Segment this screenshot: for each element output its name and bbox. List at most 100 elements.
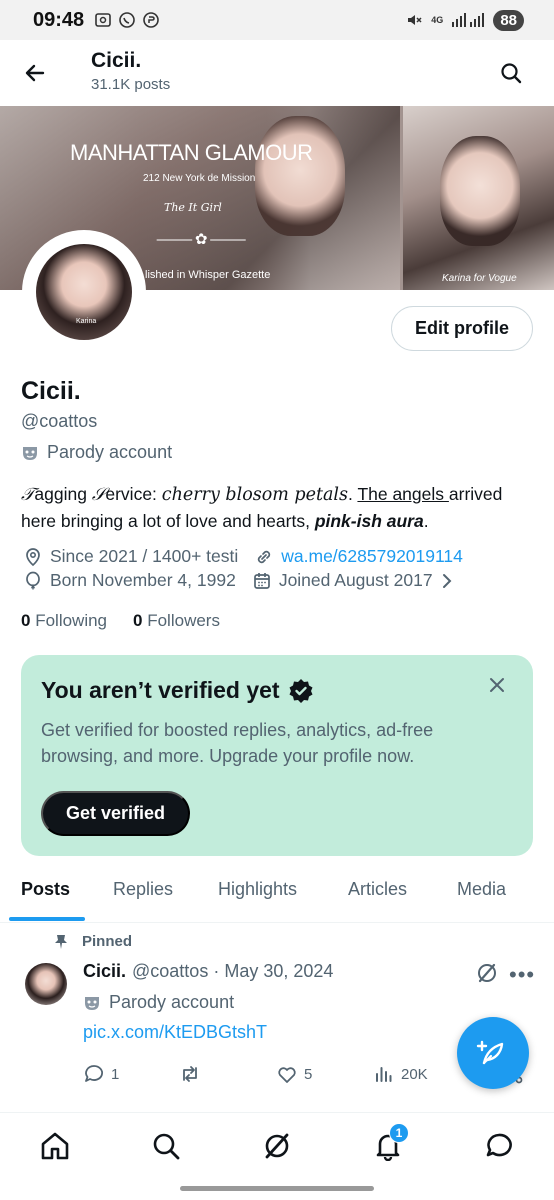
parody-label: Parody account <box>21 442 172 463</box>
banner-title: MANHATTAN GLAMOUR <box>70 140 313 165</box>
bio-part: pink-ish aura <box>314 511 424 531</box>
views-count: 20K <box>401 1065 428 1083</box>
get-verified-button[interactable]: Get verified <box>41 791 190 836</box>
mute-icon <box>408 15 422 25</box>
whatsapp-icon <box>119 12 135 28</box>
post-meta: @coattos · May 30, 2024 <box>132 961 334 981</box>
post-link[interactable]: pic.x.com/KtEDBGtshT <box>83 1022 267 1043</box>
profile-location: Since 2021 / 1400+ testi <box>50 546 239 566</box>
bio-part: 𝒯 <box>21 485 35 505</box>
nav-messages[interactable] <box>482 1129 516 1163</box>
status-bar: 09:48 4G 88 <box>0 0 554 40</box>
compose-feather-icon <box>476 1040 504 1065</box>
grok-icon <box>265 1133 289 1159</box>
profile-avatar[interactable]: Karina <box>22 230 146 354</box>
signal-icon <box>452 13 485 27</box>
compose-post-button[interactable] <box>457 1017 529 1089</box>
nav-search[interactable] <box>149 1129 183 1163</box>
profile-tabs: Posts Replies Highlights Articles Media <box>0 864 554 922</box>
divider <box>0 922 554 923</box>
bio-part: The angels <box>357 484 449 504</box>
repost-button[interactable] <box>179 1063 201 1085</box>
verify-card: You aren’t verified yet Get verified for… <box>21 655 533 856</box>
active-tab-indicator <box>9 917 85 921</box>
post-parody-label: Parody account <box>83 992 234 1013</box>
verified-badge-icon <box>289 678 313 703</box>
home-icon <box>41 1132 69 1160</box>
profile-website-link[interactable]: wa.me/6285792019114 <box>281 546 463 567</box>
followers-count: 0 <box>133 611 143 630</box>
grok-icon[interactable] <box>475 961 499 985</box>
back-button[interactable] <box>20 58 50 88</box>
more-options-icon[interactable]: ••• <box>509 962 535 988</box>
close-verify-button[interactable] <box>487 675 507 695</box>
chevron-right-icon <box>442 573 451 588</box>
like-button[interactable]: 5 <box>276 1063 312 1085</box>
views-icon <box>376 1067 392 1082</box>
profile-birthday: Born November 4, 1992 <box>50 570 236 590</box>
reply-count: 1 <box>111 1065 120 1083</box>
notifications-badge: 1 <box>389 1123 409 1143</box>
views-button[interactable]: 20K <box>373 1063 428 1085</box>
tab-articles[interactable]: Articles <box>348 879 407 900</box>
repost-icon <box>183 1066 197 1082</box>
status-time: 09:48 <box>33 8 85 31</box>
banner-script: The It Girl <box>164 201 222 214</box>
banner-subtitle: 212 New York de Mission <box>143 173 256 184</box>
tab-posts[interactable]: Posts <box>21 879 70 900</box>
verify-title: You aren’t verified yet <box>41 677 280 703</box>
bio-part: agging <box>34 484 92 504</box>
bio-part: 𝒮 <box>91 485 106 505</box>
like-count: 5 <box>304 1065 313 1083</box>
following-count: 0 <box>21 611 31 630</box>
link-icon <box>258 550 271 563</box>
balloon-icon <box>26 571 40 589</box>
profile-bio: 𝒯agging 𝒮ervice: cherry blosom petals. T… <box>21 481 531 534</box>
profile-handle: @coattos <box>21 411 98 431</box>
banner-ornament: ⸻✿⸻ <box>156 231 249 248</box>
nav-grok[interactable] <box>260 1129 294 1163</box>
post-header: Cicii. @coattos · May 30, 2024 <box>83 961 333 982</box>
pin-icon <box>55 934 67 949</box>
followers-link[interactable]: 0 Followers <box>133 611 220 631</box>
screenshot-icon <box>95 13 111 27</box>
bio-part: ervice: <box>105 484 162 504</box>
network-label: 4G <box>431 15 444 25</box>
mask-icon <box>85 996 99 1010</box>
following-link[interactable]: 0 Following <box>21 611 107 631</box>
post-author[interactable]: Cicii. <box>83 961 126 982</box>
header-title: Cicii. <box>91 49 142 72</box>
parody-text: Parody account <box>47 442 173 462</box>
whatsapp-business-icon <box>143 12 159 28</box>
location-icon <box>26 547 40 566</box>
avatar-tag: Karina <box>76 318 97 325</box>
following-label: Following <box>35 611 108 630</box>
pinned-text: Pinned <box>82 933 133 950</box>
home-indicator[interactable] <box>180 1186 374 1191</box>
followers-label: Followers <box>147 611 220 630</box>
bottom-navigation <box>0 1113 554 1180</box>
profile-name: Cicii. <box>21 377 81 405</box>
banner-credit: Karina for Vogue <box>442 273 517 284</box>
bio-part: . <box>423 511 429 531</box>
battery-indicator: 88 <box>493 9 524 31</box>
joined-date[interactable]: Joined August 2017 <box>252 570 454 591</box>
tab-highlights[interactable]: Highlights <box>218 879 297 900</box>
reply-button[interactable]: 1 <box>83 1063 119 1085</box>
search-button[interactable] <box>496 58 526 88</box>
search-icon <box>501 63 522 84</box>
bio-part: cherry blosom petals <box>161 485 349 505</box>
tab-media[interactable]: Media <box>457 879 506 900</box>
chat-bubble-icon <box>486 1133 512 1157</box>
nav-home[interactable] <box>38 1129 72 1163</box>
post-avatar[interactable] <box>25 963 67 1005</box>
calendar-icon <box>253 572 270 589</box>
pinned-label: Pinned <box>54 933 132 950</box>
mask-icon <box>23 446 37 460</box>
edit-profile-button[interactable]: Edit profile <box>391 306 533 351</box>
tab-replies[interactable]: Replies <box>113 879 173 900</box>
header-posts-count: 31.1K posts <box>91 76 171 93</box>
verify-text: Get verified for boosted replies, analyt… <box>41 720 434 766</box>
search-icon <box>153 1133 180 1160</box>
reply-icon <box>85 1065 103 1082</box>
